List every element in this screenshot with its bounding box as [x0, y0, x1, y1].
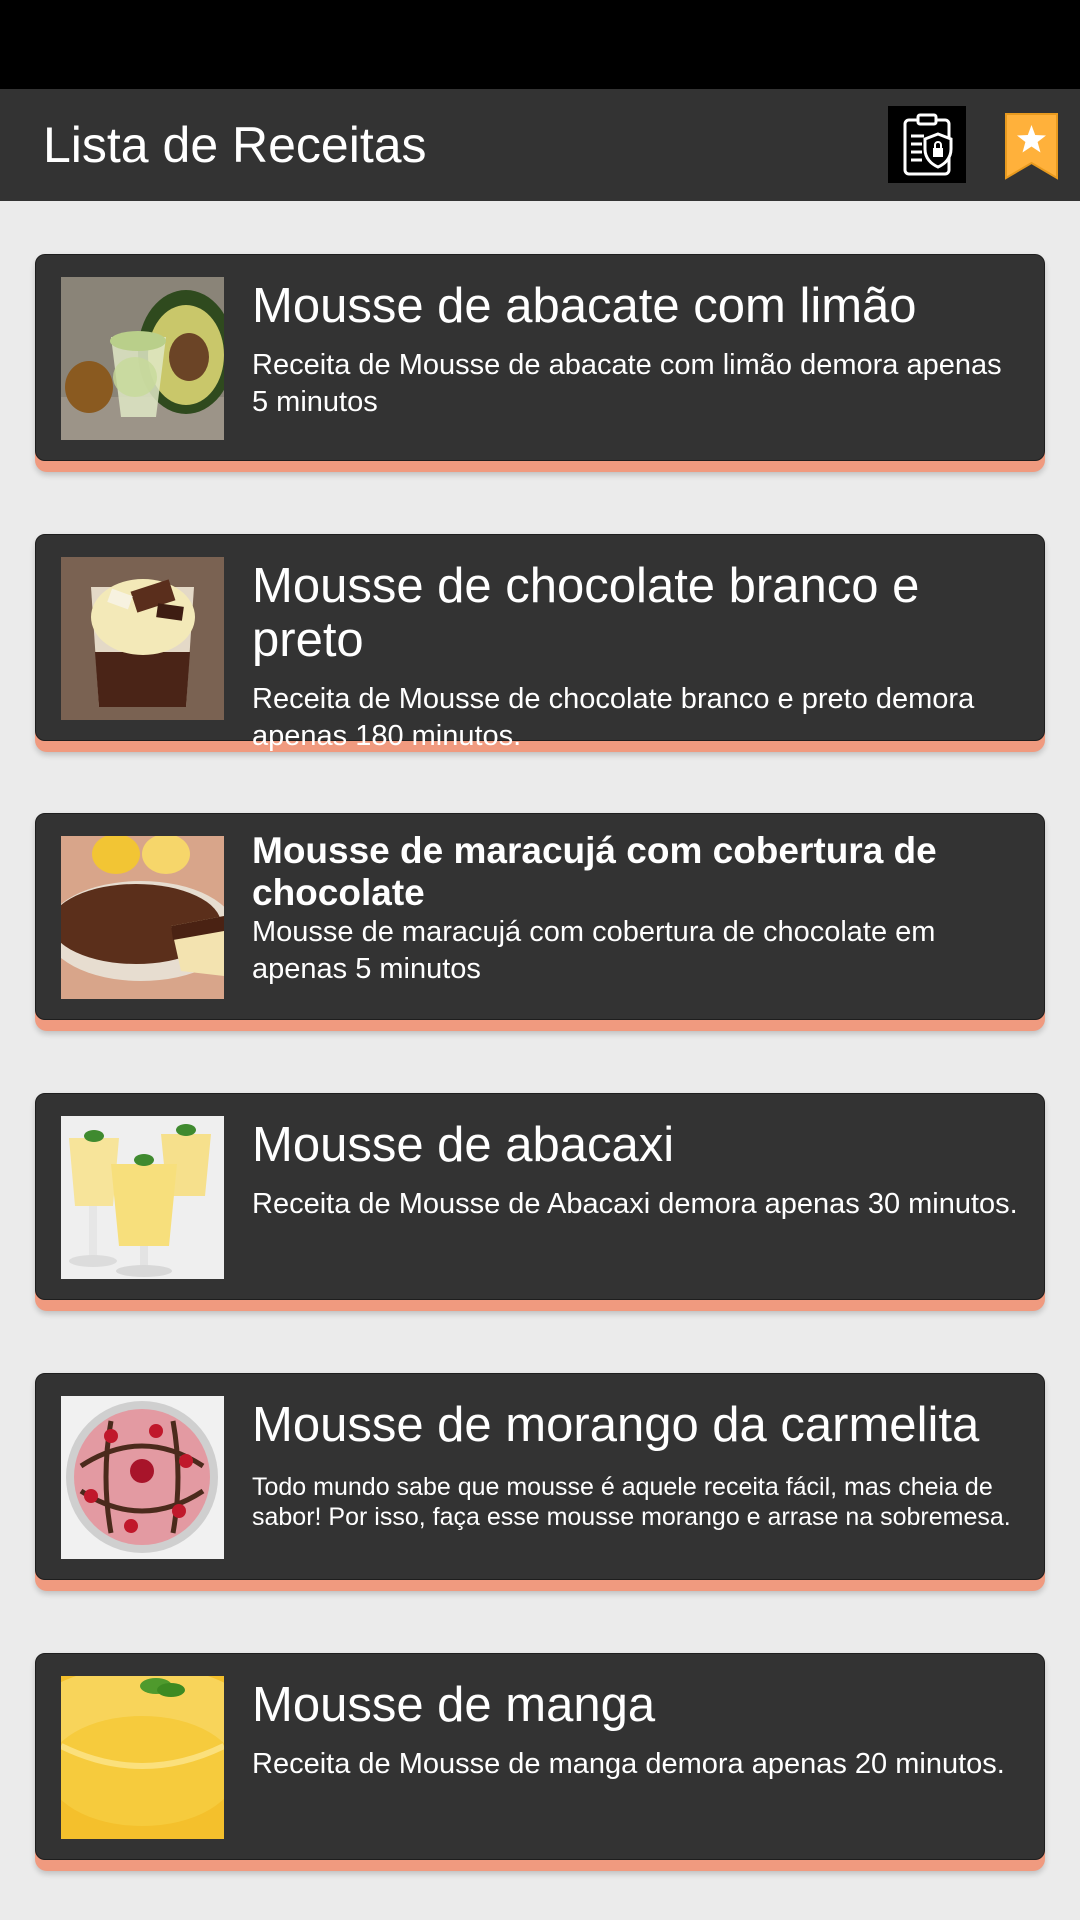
page-title: Lista de Receitas [43, 117, 427, 173]
recipe-title: Mousse de maracujá com cobertura de choc… [252, 830, 937, 913]
recipe-description: Mousse de maracujá com cobertura de choc… [252, 916, 936, 985]
privacy-policy-clipboard-shield-icon [903, 113, 953, 175]
recipe-title: Mousse de abacate com limão [252, 279, 917, 333]
recipe-description: Receita de Mousse de chocolate branco e … [252, 683, 975, 752]
recipe-description: Receita de Mousse de abacate com limão d… [252, 349, 1002, 418]
recipe-card-maracuja[interactable]: Mousse de maracujá com cobertura de choc… [35, 813, 1045, 1031]
recipe-thumbnail-chocolate [61, 557, 224, 720]
recipe-thumbnail-manga [61, 1676, 224, 1839]
recipe-title: Mousse de chocolate branco e preto [252, 559, 920, 667]
recipe-title: Mousse de morango da carmelita [252, 1398, 980, 1452]
recipe-card-morango[interactable]: Mousse de morango da carmelita Todo mund… [35, 1373, 1045, 1591]
recipe-description: Todo mundo sabe que mousse é aquele rece… [252, 1473, 1011, 1531]
favorites-button[interactable] [1003, 111, 1060, 181]
recipe-thumbnail-morango [61, 1396, 224, 1559]
bookmark-star-icon [1005, 113, 1058, 180]
app-bar: Lista de Receitas [0, 89, 1080, 201]
recipe-card-chocolate[interactable]: Mousse de chocolate branco e preto Recei… [35, 534, 1045, 752]
status-bar [0, 0, 1080, 89]
recipe-title: Mousse de abacaxi [252, 1118, 675, 1172]
recipe-thumbnail-maracuja [61, 836, 224, 999]
recipe-title: Mousse de manga [252, 1678, 656, 1732]
recipe-thumbnail-abacaxi [61, 1116, 224, 1279]
recipe-description: Receita de Mousse de manga demora apenas… [252, 1748, 1005, 1780]
recipe-description: Receita de Mousse de Abacaxi demora apen… [252, 1188, 1018, 1220]
recipe-card-abacaxi[interactable]: Mousse de abacaxi Receita de Mousse de A… [35, 1093, 1045, 1311]
recipe-card-abacate[interactable]: Mousse de abacate com limão Receita de M… [35, 254, 1045, 472]
recipe-thumbnail-abacate [61, 277, 224, 440]
recipe-card-manga[interactable]: Mousse de manga Receita de Mousse de man… [35, 1653, 1045, 1871]
privacy-policy-button[interactable] [888, 106, 966, 183]
